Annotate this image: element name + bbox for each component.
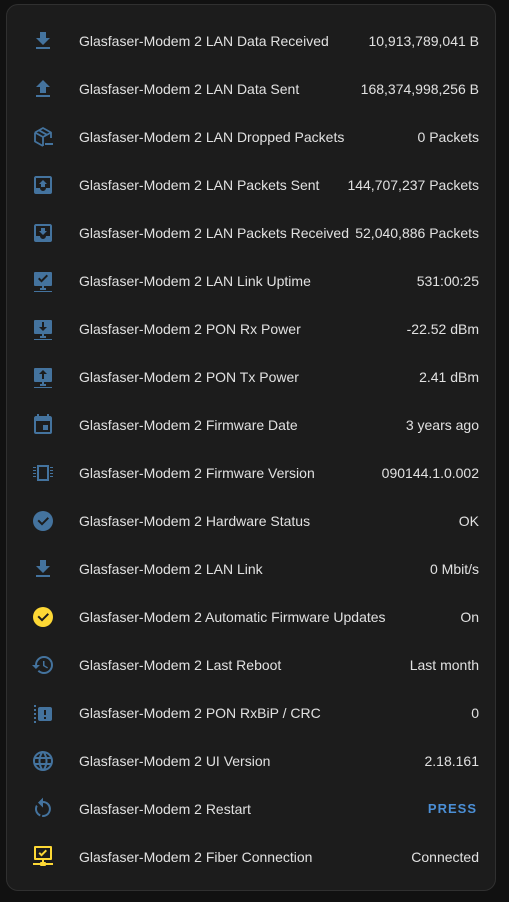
entity-state: 0 Packets [417,129,479,145]
entity-state: 168,374,998,256 B [360,81,479,97]
entity-name: Glasfaser-Modem 2 LAN Dropped Packets [79,129,345,145]
entity-row-restart: Glasfaser-Modem 2 Restart PRESS [7,785,495,833]
entity-state: Last month [409,657,479,673]
entity-state: 52,040,886 Packets [355,225,479,241]
check-circle-icon [31,509,55,533]
entities-card: Glasfaser-Modem 2 LAN Data Received 10,9… [6,4,496,891]
entity-name: Glasfaser-Modem 2 LAN Packets Sent [79,177,320,193]
entity-name: Glasfaser-Modem 2 LAN Data Sent [79,81,300,97]
inbox-arrow-down-icon [31,221,55,245]
monitor-download-icon [31,317,55,341]
check-circle-icon [31,605,55,629]
entity-row-lan-data-received[interactable]: Glasfaser-Modem 2 LAN Data Received 10,9… [7,17,495,65]
entity-row-automatic-firmware-updates[interactable]: Glasfaser-Modem 2 Automatic Firmware Upd… [7,593,495,641]
entity-state: 2.18.161 [424,753,480,769]
entity-state: 3 years ago [405,417,479,433]
entity-state: OK [458,513,479,529]
entity-name: Glasfaser-Modem 2 LAN Data Received [79,33,329,49]
entity-state: 2.41 dBm [419,369,479,385]
entity-state: 0 [471,705,479,721]
entity-row-lan-link[interactable]: Glasfaser-Modem 2 LAN Link 0 Mbit/s [7,545,495,593]
download-icon [31,557,55,581]
calendar-icon [31,413,55,437]
entity-name: Glasfaser-Modem 2 LAN Packets Received [79,225,349,241]
entity-name: Glasfaser-Modem 2 LAN Link [79,561,263,577]
monitor-check-icon [31,269,55,293]
entity-name: Glasfaser-Modem 2 Automatic Firmware Upd… [79,609,386,625]
lan-connect-icon [31,845,55,869]
entity-name: Glasfaser-Modem 2 PON Rx Power [79,321,301,337]
entity-state: Connected [411,849,479,865]
entity-name: Glasfaser-Modem 2 Fiber Connection [79,849,313,865]
entity-row-lan-packets-received[interactable]: Glasfaser-Modem 2 LAN Packets Received 5… [7,209,495,257]
entity-row-lan-dropped-packets[interactable]: Glasfaser-Modem 2 LAN Dropped Packets 0 … [7,113,495,161]
entity-name: Glasfaser-Modem 2 UI Version [79,753,271,769]
entity-state: 090144.1.0.002 [381,465,479,481]
entity-name: Glasfaser-Modem 2 Firmware Date [79,417,298,433]
web-icon [31,749,55,773]
entity-name: Glasfaser-Modem 2 LAN Link Uptime [79,273,311,289]
entity-row-hardware-status[interactable]: Glasfaser-Modem 2 Hardware Status OK [7,497,495,545]
package-remove-icon [31,125,55,149]
entity-state: -22.52 dBm [406,321,479,337]
entity-row-ui-version[interactable]: Glasfaser-Modem 2 UI Version 2.18.161 [7,737,495,785]
entity-state: 531:00:25 [416,273,479,289]
entity-name: Glasfaser-Modem 2 Hardware Status [79,513,311,529]
entity-row-pon-tx-power[interactable]: Glasfaser-Modem 2 PON Tx Power 2.41 dBm [7,353,495,401]
chip-icon [31,461,55,485]
alert-box-icon [31,701,55,725]
entity-name: Glasfaser-Modem 2 Last Reboot [79,657,282,673]
inbox-arrow-up-icon [31,173,55,197]
entity-name: Glasfaser-Modem 2 PON RxBiP / CRC [79,705,321,721]
entity-state: On [460,609,479,625]
upload-icon [31,77,55,101]
download-icon [31,29,55,53]
monitor-upload-icon [31,365,55,389]
entity-row-firmware-version[interactable]: Glasfaser-Modem 2 Firmware Version 09014… [7,449,495,497]
entity-row-pon-rx-power[interactable]: Glasfaser-Modem 2 PON Rx Power -22.52 dB… [7,305,495,353]
entity-state: 144,707,237 Packets [347,177,479,193]
press-button[interactable]: PRESS [420,795,485,823]
entity-row-lan-packets-sent[interactable]: Glasfaser-Modem 2 LAN Packets Sent 144,7… [7,161,495,209]
entity-row-lan-link-uptime[interactable]: Glasfaser-Modem 2 LAN Link Uptime 531:00… [7,257,495,305]
entity-state: 10,913,789,041 B [368,33,479,49]
restart-icon [31,797,55,821]
entity-row-firmware-date[interactable]: Glasfaser-Modem 2 Firmware Date 3 years … [7,401,495,449]
entity-name: Glasfaser-Modem 2 Restart [79,801,251,817]
entity-name: Glasfaser-Modem 2 PON Tx Power [79,369,299,385]
entity-row-lan-data-sent[interactable]: Glasfaser-Modem 2 LAN Data Sent 168,374,… [7,65,495,113]
entity-row-pon-rxbip-crc[interactable]: Glasfaser-Modem 2 PON RxBiP / CRC 0 [7,689,495,737]
entity-state: 0 Mbit/s [429,561,479,577]
entity-name: Glasfaser-Modem 2 Firmware Version [79,465,315,481]
entity-row-last-reboot[interactable]: Glasfaser-Modem 2 Last Reboot Last month [7,641,495,689]
history-icon [31,653,55,677]
entity-row-fiber-connection[interactable]: Glasfaser-Modem 2 Fiber Connection Conne… [7,833,495,881]
